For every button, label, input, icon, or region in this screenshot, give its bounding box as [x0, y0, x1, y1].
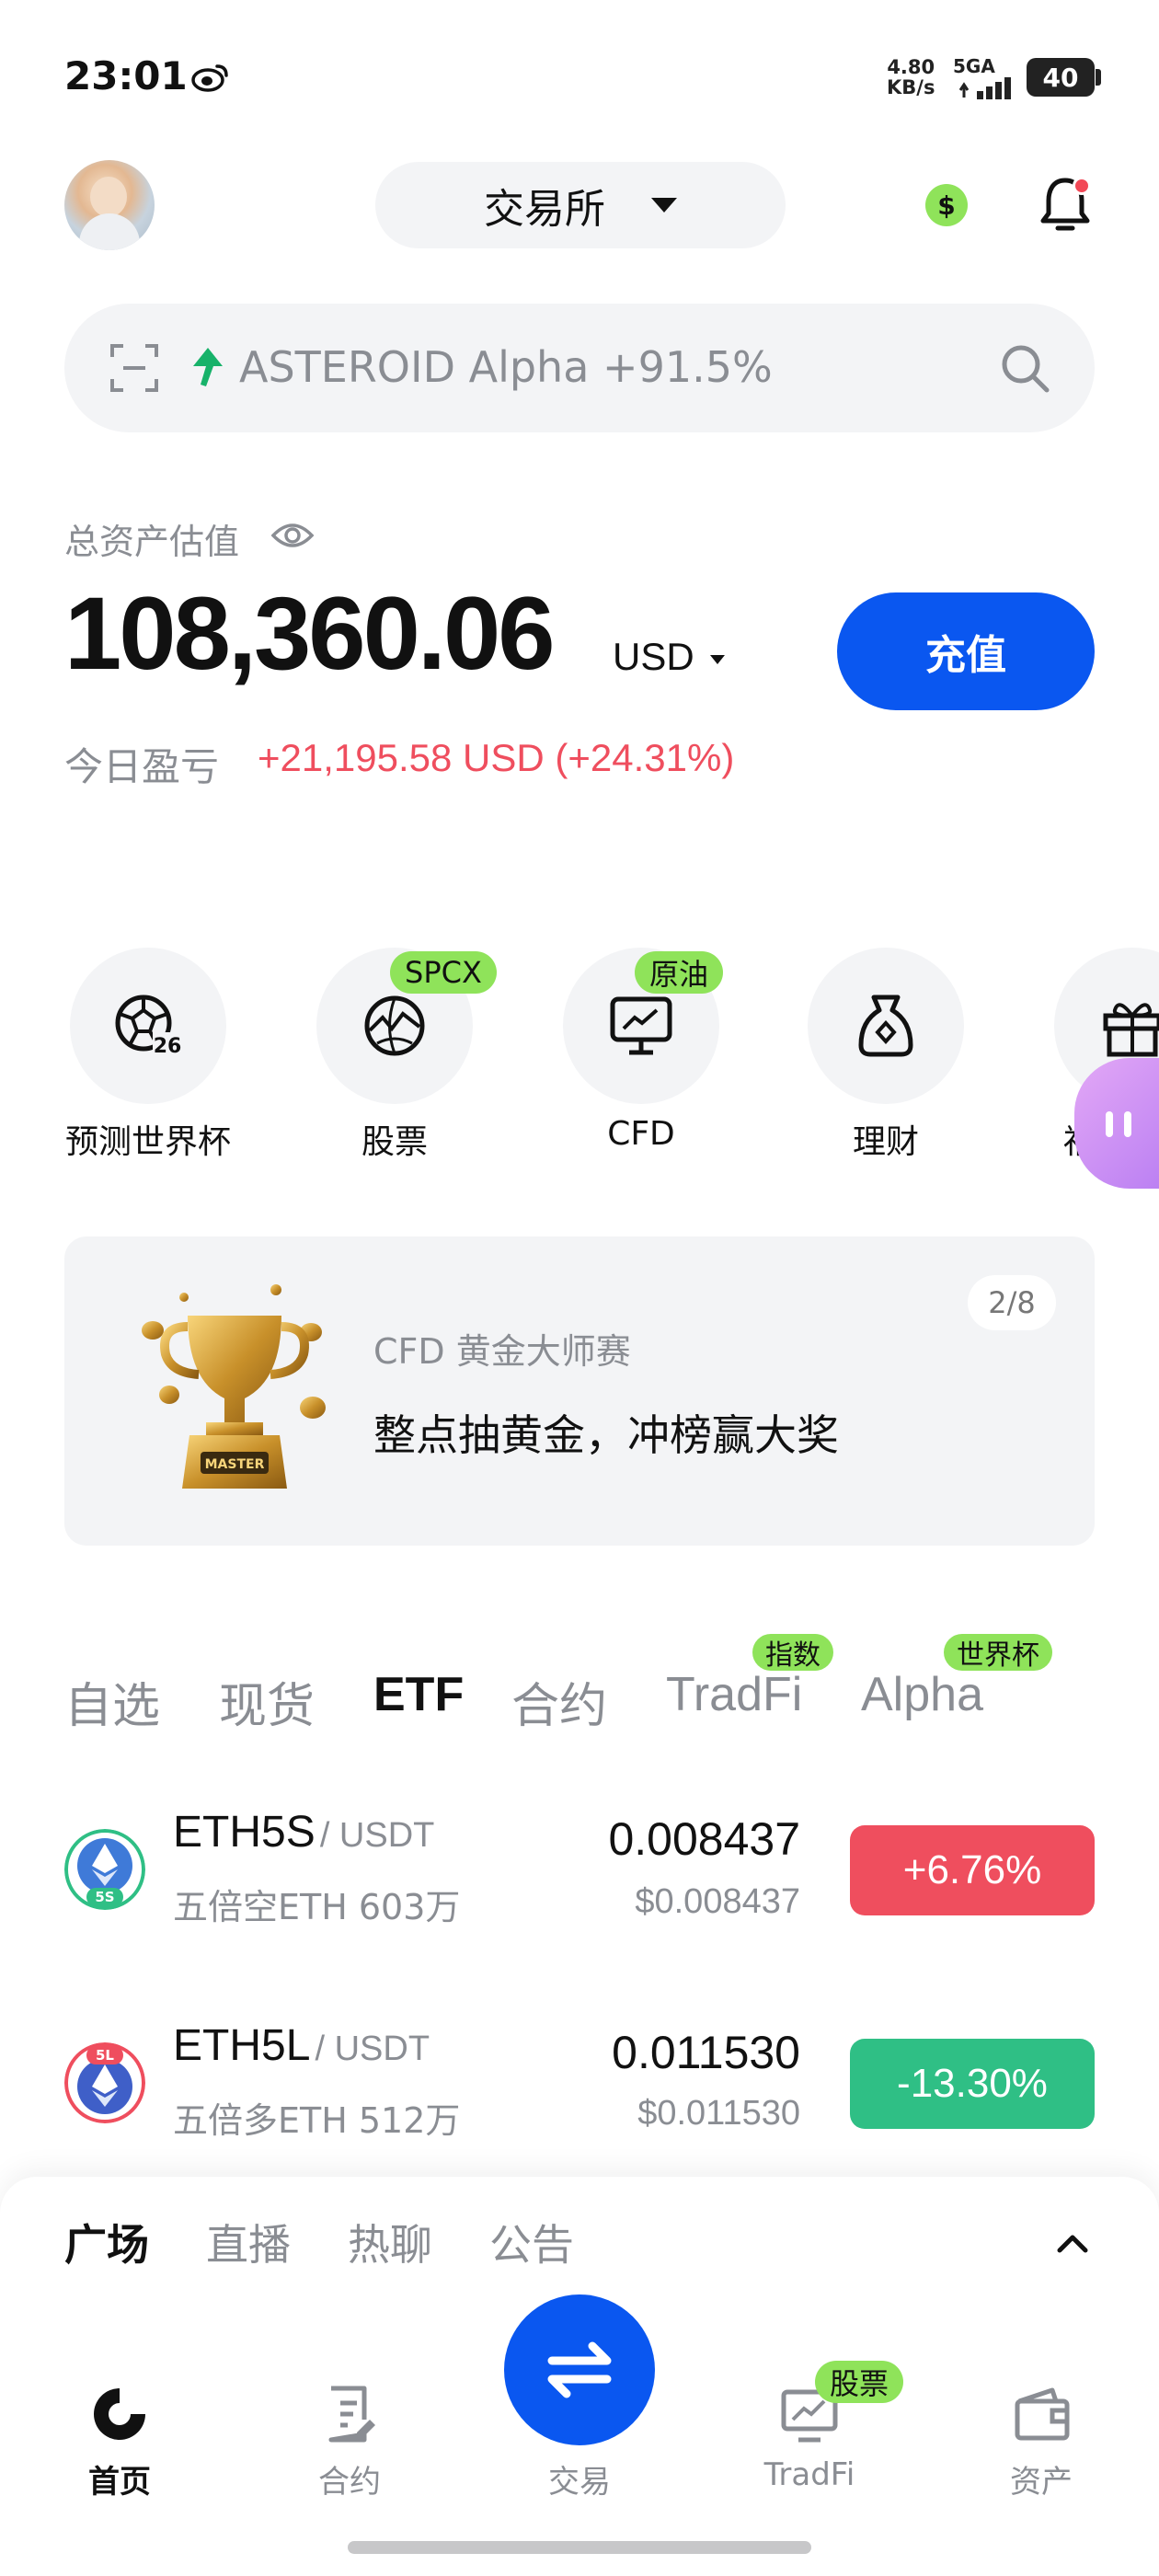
svg-text:26: 26: [154, 1035, 182, 1058]
shortcut-world-cup[interactable]: 26: [70, 948, 226, 1104]
tab-badge: 指数: [752, 1634, 833, 1672]
currency-selector[interactable]: USD: [613, 635, 694, 679]
price-usd: $0.008437: [635, 1882, 800, 1921]
tab-alpha[interactable]: Alpha: [861, 1667, 983, 1722]
tab-hot-chat[interactable]: 热聊: [348, 2212, 432, 2272]
floating-assistant-button[interactable]: [1074, 1058, 1159, 1189]
battery-icon: 40: [1027, 58, 1101, 97]
tab-square[interactable]: 广场: [64, 2212, 149, 2272]
eye-icon[interactable]: [270, 519, 315, 552]
last-price: 0.008437: [608, 1813, 800, 1865]
trade-button[interactable]: [504, 2294, 655, 2445]
pair-name: ETH5S / USDT: [173, 1807, 434, 1857]
tab-tradfi[interactable]: TradFi: [666, 1667, 802, 1722]
total-assets-label: 总资产估值: [64, 522, 240, 562]
nav-label: 资产: [1010, 2464, 1073, 2501]
shortcut-badge: SPCX: [390, 951, 497, 994]
svg-text:5S: 5S: [95, 1889, 114, 1905]
dollar-icon[interactable]: $: [925, 184, 968, 226]
search-trending-text: ASTEROID Alpha +91.5%: [239, 342, 773, 392]
network-type: 5GA: [953, 55, 995, 77]
notification-dot: [1073, 177, 1091, 195]
status-time: 23:01: [64, 53, 188, 98]
weibo-icon: [191, 64, 228, 92]
deposit-button[interactable]: 充值: [837, 592, 1095, 710]
tab-futures[interactable]: 合约: [511, 1667, 607, 1736]
shortcut-label: 预测世界杯: [64, 1123, 231, 1161]
shortcut-label: 股票: [361, 1123, 428, 1161]
gift-icon: [1103, 1003, 1159, 1057]
price-usd: $0.011530: [637, 2094, 800, 2133]
total-balance: 108,360.06: [64, 576, 556, 691]
nav-assets[interactable]: 资产: [986, 2383, 1096, 2501]
pair-description: 五倍多ETH 512万: [173, 2100, 461, 2141]
avatar[interactable]: [64, 160, 155, 250]
soccer-ball-icon: 26: [115, 995, 182, 1058]
svg-text:MASTER: MASTER: [205, 1457, 265, 1472]
banner-subtitle: CFD 黄金大师赛: [373, 1331, 631, 1372]
scan-icon[interactable]: [109, 342, 160, 394]
caret-down-icon: [651, 198, 677, 213]
tab-spot[interactable]: 现货: [219, 1667, 315, 1736]
exchange-label: 交易所: [484, 186, 605, 233]
network-speed: 4.80 KB/s: [887, 56, 935, 98]
pnl-value: +21,195.58 USD (+24.31%): [258, 736, 735, 779]
tab-announcements[interactable]: 公告: [489, 2212, 574, 2272]
nav-label: 交易: [548, 2464, 611, 2501]
nav-label: 首页: [88, 2464, 151, 2501]
exchange-switcher[interactable]: 交易所: [375, 162, 786, 248]
banner-title: 整点抽黄金，冲榜赢大奖: [373, 1410, 839, 1460]
globe-chart-icon: [364, 995, 425, 1056]
nav-label: 合约: [318, 2464, 381, 2501]
wallet-icon: [1015, 2387, 1070, 2441]
pnl-label: 今日盈亏: [64, 744, 220, 789]
money-bag-icon: [858, 995, 913, 1057]
tab-favorites[interactable]: 自选: [64, 1667, 160, 1736]
tab-etf[interactable]: ETF: [373, 1667, 464, 1722]
signal-icon: [958, 77, 1011, 99]
shortcut-label: CFD: [607, 1115, 675, 1153]
pair-symbol: ETH5L: [173, 2021, 311, 2070]
chevron-up-icon[interactable]: [1054, 2230, 1091, 2256]
monitor-chart-icon: [610, 996, 672, 1055]
nav-home[interactable]: 首页: [64, 2383, 175, 2501]
banner-page-indicator: 2/8: [968, 1275, 1056, 1330]
pair-description: 五倍空ETH 603万: [173, 1887, 461, 1927]
tab-badge: 世界杯: [944, 1634, 1052, 1672]
pair-symbol: ETH5S: [173, 1808, 316, 1857]
change-badge[interactable]: +6.76%: [850, 1825, 1095, 1915]
nav-badge: 股票: [815, 2361, 904, 2403]
change-badge[interactable]: -13.30%: [850, 2039, 1095, 2129]
shortcut-label: 理财: [852, 1123, 919, 1161]
home-logo-icon: [94, 2388, 145, 2440]
shortcut-earn[interactable]: [808, 948, 964, 1104]
eth5s-logo-icon: 5S: [64, 1829, 145, 1910]
pair-quote: / USDT: [319, 1816, 435, 1855]
document-icon: [328, 2386, 375, 2443]
trending-up-icon: [193, 348, 223, 386]
last-price: 0.011530: [612, 2027, 800, 2078]
nav-label: TradFi: [763, 2456, 855, 2493]
pair-name: ETH5L / USDT: [173, 2020, 430, 2071]
shortcut-badge: 原油: [635, 951, 724, 994]
home-indicator[interactable]: [348, 2541, 811, 2554]
eth5l-logo-icon: 5L: [64, 2042, 145, 2123]
svg-text:5L: 5L: [96, 2047, 114, 2064]
pair-quote: / USDT: [315, 2030, 430, 2068]
trophy-icon: MASTER: [142, 1284, 326, 1489]
search-icon[interactable]: [997, 340, 1052, 396]
swap-arrows-icon: [547, 2341, 612, 2398]
tab-live[interactable]: 直播: [206, 2212, 291, 2272]
caret-down-icon[interactable]: [710, 655, 725, 664]
nav-futures[interactable]: 合约: [294, 2383, 405, 2501]
